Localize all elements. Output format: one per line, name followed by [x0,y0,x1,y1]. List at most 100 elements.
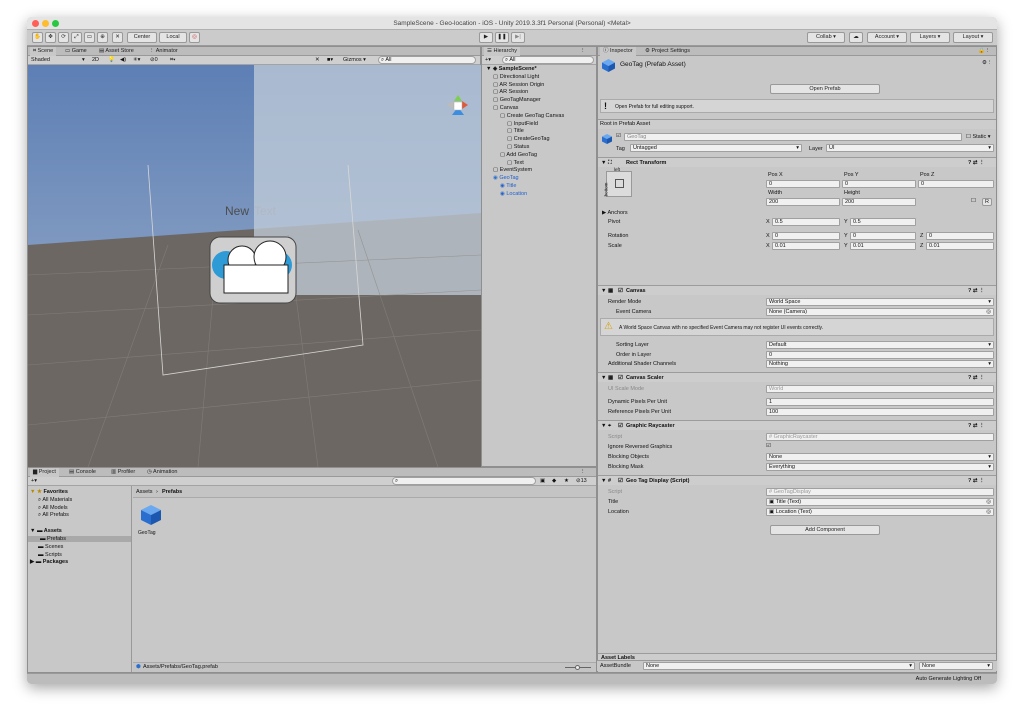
sorting-layer-dropdown[interactable]: Default ▾ [766,341,994,349]
close-window-button[interactable] [32,20,39,27]
component-menu-icon[interactable]: ? ⇄ ⋮ [968,159,985,168]
geotag-display-header[interactable]: ▼ # ☑ Geo Tag Display (Script) ? ⇄ ⋮ [598,475,996,485]
component-enabled-checkbox[interactable]: ☑ [618,287,623,296]
event-camera-field[interactable]: None (Camera) ◎ [766,308,994,316]
effects-icon[interactable]: ✳▾ [133,57,140,63]
project-tree-item[interactable]: ▬ Prefabs [28,536,131,542]
scale-y-field[interactable]: 0.01 [850,242,916,250]
dynamic-ppu-field[interactable]: 1 [766,398,994,406]
transform-tool-icon[interactable]: ⊕ [97,32,108,43]
tab-animator[interactable]: ⋮ Animator [146,47,181,56]
scale-z-field[interactable]: 0.01 [926,242,994,250]
scale-tool-icon[interactable]: ⤢ [71,32,82,43]
rect-transform-header[interactable]: ▼ ⛶ Rect Transform ? ⇄ ⋮ [598,157,996,167]
layout-button[interactable]: Layout ▾ [953,32,993,43]
rotate-tool-icon[interactable]: ⟳ [58,32,69,43]
scene-search-input[interactable]: ⌕ All [378,56,476,64]
scale-x-field[interactable]: 0.01 [772,242,840,250]
rot-z-field[interactable]: 0 [926,232,994,240]
hierarchy-item[interactable]: ▼ ◈ SampleScene* [486,66,537,72]
order-field[interactable]: 0 [766,351,994,359]
geotag-sprite[interactable] [209,236,297,304]
tools-icon[interactable]: ✕ [315,57,320,63]
hierarchy-item[interactable]: ▢ AR Session [493,89,528,95]
zoom-slider-thumb[interactable] [575,665,580,670]
panel-menu-icon[interactable]: ⋮ [580,48,586,54]
hierarchy-search-input[interactable]: ⌕ All [502,56,594,64]
hierarchy-item[interactable]: ◉ Location [500,191,527,197]
pivot-local-button[interactable]: Local [159,32,187,43]
settings-icon[interactable]: ⚙⋮ [982,60,992,66]
hierarchy-item[interactable]: ▢ Text [507,160,524,166]
layers-button[interactable]: Layers ▾ [910,32,950,43]
component-menu-icon[interactable]: ? ⇄ ⋮ [968,374,985,383]
canvas-scaler-header[interactable]: ▼ ▦ ☑ Canvas Scaler ? ⇄ ⋮ [598,372,996,382]
geotag-asset[interactable]: GeoTag [136,504,166,540]
active-checkbox[interactable]: ☑ [616,133,621,139]
name-field[interactable]: GeoTag [624,133,962,141]
collab-button[interactable]: Collab ▾ [807,32,845,43]
project-tree-item[interactable]: ▼ ▬ Assets [30,528,62,534]
hierarchy-item[interactable]: ▢ InputField [507,121,538,127]
component-menu-icon[interactable]: ? ⇄ ⋮ [968,477,985,486]
width-field[interactable]: 200 [766,198,840,206]
lock-icon[interactable]: 🔒⋮ [978,48,990,54]
lighting-icon[interactable]: 💡 [108,57,115,63]
rect-tool-icon[interactable]: ▭ [84,32,95,43]
project-tree-item[interactable]: ▬ Scenes [38,544,63,550]
ignore-reversed-checkbox[interactable]: ☑ [766,443,771,449]
open-prefab-button[interactable]: Open Prefab [770,84,880,94]
blocking-objects-dropdown[interactable]: None ▾ [766,453,994,461]
hidden-packages-icon[interactable]: ⊘13 [576,478,587,484]
audio-icon[interactable]: ◀) [120,57,126,63]
project-tree-item[interactable]: ⌕ All Materials [38,497,72,504]
component-enabled-checkbox[interactable]: ☑ [618,374,623,383]
zoom-window-button[interactable] [52,20,59,27]
hierarchy-item[interactable]: ◉ Title [500,183,516,189]
move-tool-icon[interactable]: ✥ [45,32,56,43]
create-asset-icon[interactable]: +▾ [31,478,37,484]
hidden-objects-icon[interactable]: ⊘0 [150,57,158,63]
hierarchy-item[interactable]: ▢ AR Session Origin [493,82,544,88]
blocking-mask-dropdown[interactable]: Everything ▾ [766,463,994,471]
pivot-y-field[interactable]: 0.5 [850,218,916,226]
posy-field[interactable]: 0 [842,180,916,188]
project-tree-item[interactable]: ▶ ▬ Packages [30,559,68,565]
lighting-status[interactable]: Auto Generate Lighting Off [916,676,981,682]
grid-icon[interactable]: ⌗▾ [170,57,175,64]
hierarchy-item[interactable]: ▢ Create GeoTag Canvas [500,113,564,119]
static-toggle[interactable]: ☐ Static ▾ [966,134,991,140]
hand-tool-icon[interactable]: ✋ [32,32,43,43]
reference-ppu-field[interactable]: 100 [766,408,994,416]
shading-dropdown[interactable]: Shaded [31,57,50,63]
tab-animation[interactable]: ◷ Animation [144,468,181,477]
project-search-input[interactable]: ⌕ [392,477,536,485]
anchor-presets-button[interactable] [606,171,632,197]
component-enabled-checkbox[interactable]: ☑ [618,477,623,486]
tab-inspector[interactable]: ⓘ Inspector [600,47,636,56]
account-button[interactable]: Account ▾ [867,32,907,43]
display-location-field[interactable]: ▣ Location (Text) ◎ [766,508,994,516]
posx-field[interactable]: 0 [766,180,840,188]
breadcrumb-root[interactable]: Assets [136,489,153,495]
scene-canvas[interactable]: New Text [28,65,481,467]
hierarchy-item[interactable]: ▢ GeoTagManager [493,97,541,103]
raw-edit-button[interactable]: R [982,198,992,206]
pause-button[interactable]: ❚❚ [495,32,509,43]
tab-project[interactable]: ▆ Project [30,468,59,477]
tab-profiler[interactable]: ▥ Profiler [108,468,138,477]
scene-view[interactable]: New Text [28,65,481,467]
minimize-window-button[interactable] [42,20,49,27]
filter-type-icon[interactable]: ▣ [540,478,545,484]
tab-asset-store[interactable]: ▤ Asset Store [96,47,137,56]
object-picker-icon[interactable]: ◎ [986,499,991,505]
blueprint-mode-button[interactable]: ☐ [971,198,976,204]
layer-dropdown[interactable]: UI ▾ [826,144,994,152]
posz-field[interactable]: 0 [918,180,994,188]
add-component-button[interactable]: Add Component [770,525,880,535]
toggle-2d-button[interactable]: 2D [92,57,99,63]
hierarchy-item[interactable]: ▢ Canvas [493,105,518,111]
height-field[interactable]: 200 [842,198,916,206]
component-menu-icon[interactable]: ? ⇄ ⋮ [968,422,985,431]
hierarchy-item[interactable]: ▢ Directional Light [493,74,539,80]
